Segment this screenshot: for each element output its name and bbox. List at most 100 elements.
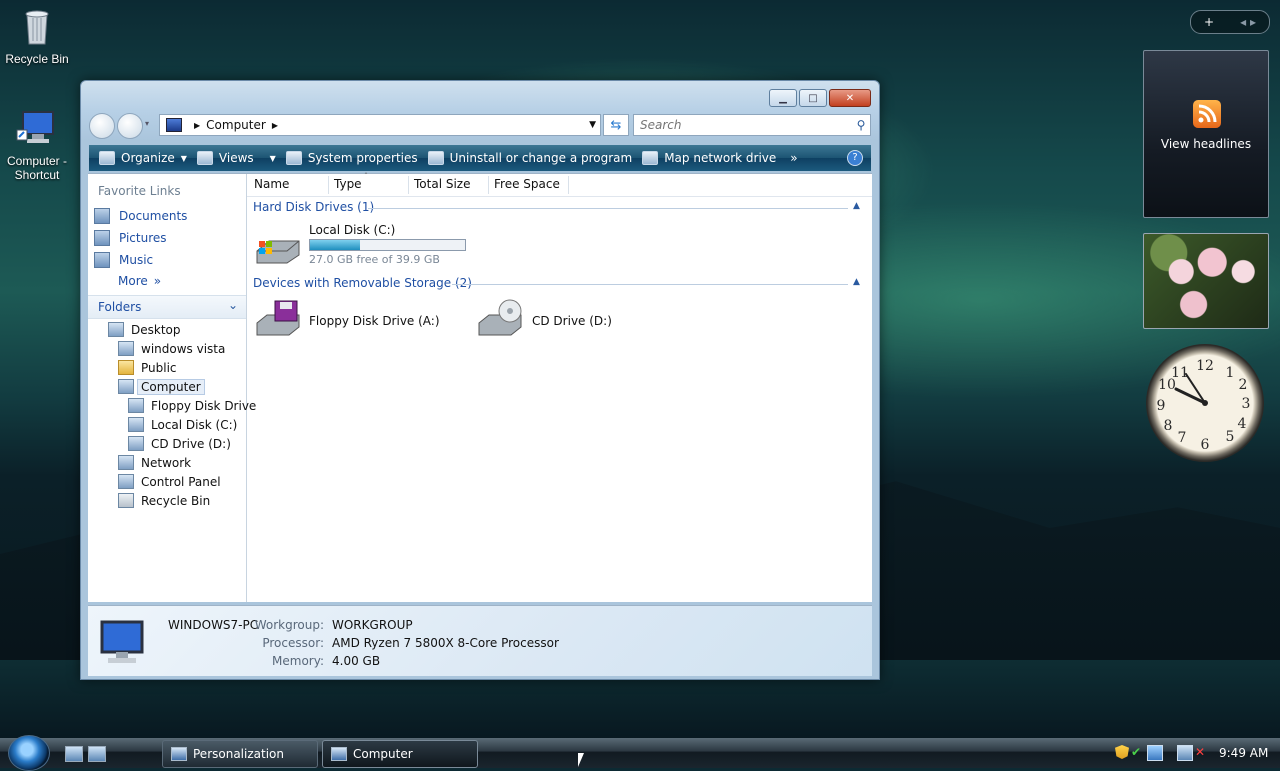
map-network-drive-button[interactable]: Map network drive xyxy=(642,151,776,165)
group-divider xyxy=(368,208,848,209)
column-name[interactable]: Name xyxy=(254,177,289,191)
views-button[interactable]: Views ▼ xyxy=(196,151,276,165)
volume-muted-icon[interactable]: ✕ xyxy=(1195,745,1209,759)
taskbar-item-computer[interactable]: Computer xyxy=(322,740,478,768)
monitor-icon[interactable] xyxy=(1177,745,1193,761)
slideshow-gadget[interactable] xyxy=(1143,233,1269,329)
tree-item-label: Control Panel xyxy=(141,474,221,489)
svg-text:12: 12 xyxy=(1196,358,1214,374)
security-shield-icon[interactable] xyxy=(1115,745,1129,759)
minimize-button[interactable]: ▁ xyxy=(769,89,797,107)
tree-item-label: Recycle Bin xyxy=(141,493,211,508)
column-divider[interactable] xyxy=(568,176,569,194)
show-desktop-icon[interactable] xyxy=(65,746,83,762)
cd-drive-label[interactable]: CD Drive (D:) xyxy=(532,314,612,328)
group-header-hard-disk-drives[interactable]: Hard Disk Drives (1) xyxy=(253,200,374,214)
favorite-link-pictures[interactable]: Pictures xyxy=(94,230,167,246)
favorite-link-documents[interactable]: Documents xyxy=(94,208,187,224)
workgroup-label: Workgroup: xyxy=(254,618,324,632)
close-button[interactable]: ✕ xyxy=(829,89,871,107)
clock-face-icon: 12 123 4567 891011 xyxy=(1157,358,1251,453)
feed-headlines-gadget[interactable]: View headlines xyxy=(1143,50,1269,218)
address-bar[interactable]: ▶ Computer ▶ ▼ xyxy=(159,114,601,136)
column-free-space[interactable]: Free Space xyxy=(494,177,560,191)
hard-disk-icon xyxy=(256,240,300,264)
tree-item-cd-drive[interactable]: CD Drive (D:) xyxy=(128,434,231,453)
search-icon[interactable]: ⚲ xyxy=(852,118,870,132)
desktop-icon-recycle-bin[interactable]: Recycle Bin xyxy=(0,4,74,66)
collapse-group-icon[interactable]: ▲ xyxy=(853,201,860,211)
start-button[interactable] xyxy=(8,735,50,771)
organize-button[interactable]: Organize ▼ xyxy=(99,151,187,165)
favorite-links-more[interactable]: More » xyxy=(118,274,161,288)
column-total-size[interactable]: Total Size xyxy=(414,177,470,191)
system-properties-button[interactable]: System properties xyxy=(285,151,418,165)
personalization-icon xyxy=(171,747,187,761)
clock-gadget[interactable]: 12 1 2 3 4567 8 9 10 11 xyxy=(1146,344,1264,462)
taskbar-item-personalization[interactable]: Personalization xyxy=(162,740,318,768)
tree-item-desktop[interactable]: Desktop xyxy=(108,320,181,339)
floppy-drive-item-icon[interactable] xyxy=(255,299,301,339)
cd-drive-icon xyxy=(478,299,522,336)
refresh-button[interactable]: ⇆ xyxy=(603,114,629,136)
usage-fill xyxy=(310,240,360,250)
more-commands-button[interactable]: » xyxy=(790,151,797,165)
uninstall-program-button[interactable]: Uninstall or change a program xyxy=(427,151,633,165)
computer-icon xyxy=(15,106,59,150)
help-button[interactable]: ? xyxy=(847,150,863,166)
system-properties-icon xyxy=(285,151,302,165)
uninstall-label: Uninstall or change a program xyxy=(449,151,633,165)
breadcrumb-computer[interactable]: Computer xyxy=(206,118,266,132)
chevron-down-icon: ⌄ xyxy=(227,298,238,312)
breadcrumb-arrow-icon[interactable]: ▶ xyxy=(194,121,200,130)
column-type[interactable]: Type xyxy=(334,177,362,191)
chevron-down-icon: ▼ xyxy=(180,153,187,163)
view-headlines-link[interactable]: View headlines xyxy=(1144,137,1268,151)
tree-item-network[interactable]: Network xyxy=(118,453,191,472)
column-divider[interactable] xyxy=(488,176,489,194)
system-properties-label: System properties xyxy=(307,151,418,165)
search-box[interactable]: ⚲ xyxy=(633,114,871,136)
forward-button[interactable] xyxy=(117,113,143,139)
breadcrumb-arrow-icon[interactable]: ▶ xyxy=(272,121,278,130)
tree-item-recycle-bin[interactable]: Recycle Bin xyxy=(118,491,210,510)
local-disk-item-icon[interactable] xyxy=(255,229,301,269)
floppy-drive-label[interactable]: Floppy Disk Drive (A:) xyxy=(309,314,440,328)
recent-pages-dropdown[interactable]: ▾ xyxy=(145,119,149,128)
add-gadget-button[interactable]: + xyxy=(1204,15,1214,29)
maximize-button[interactable]: □ xyxy=(799,89,827,107)
group-header-removable-storage[interactable]: Devices with Removable Storage (2) xyxy=(253,276,472,290)
tree-item-public[interactable]: Public xyxy=(118,358,177,377)
desktop-icon-computer-shortcut[interactable]: Computer - Shortcut xyxy=(0,106,74,182)
link-label: Music xyxy=(119,253,154,267)
column-divider[interactable] xyxy=(328,176,329,194)
folders-title: Folders xyxy=(98,300,142,314)
tree-item-label: Network xyxy=(141,455,192,470)
address-dropdown-icon[interactable]: ▼ xyxy=(589,120,596,130)
folders-header[interactable]: Folders ⌄ xyxy=(88,295,246,319)
collapse-group-icon[interactable]: ▲ xyxy=(853,277,860,287)
workgroup-value: WORKGROUP xyxy=(332,618,413,632)
back-button[interactable] xyxy=(89,113,115,139)
column-divider[interactable] xyxy=(408,176,409,194)
search-input[interactable] xyxy=(638,117,852,133)
tree-item-control-panel[interactable]: Control Panel xyxy=(118,472,221,491)
network-status-icon[interactable] xyxy=(1147,745,1163,761)
checkmark-icon[interactable]: ✔ xyxy=(1131,745,1145,759)
desktop-icon xyxy=(108,322,124,337)
switch-windows-icon[interactable] xyxy=(88,746,106,762)
memory-label: Memory: xyxy=(272,654,324,668)
pictures-icon xyxy=(94,230,110,246)
tree-item-user[interactable]: windows vista xyxy=(118,339,225,358)
cd-drive-item-icon[interactable] xyxy=(477,299,523,339)
clock-time[interactable]: 9:49 AM xyxy=(1219,746,1268,760)
local-disk-label[interactable]: Local Disk (C:) xyxy=(309,223,395,237)
tree-item-floppy[interactable]: Floppy Disk Drive xyxy=(128,396,256,415)
tree-item-local-disk[interactable]: Local Disk (C:) xyxy=(128,415,237,434)
svg-text:2: 2 xyxy=(1239,377,1248,393)
tree-item-computer[interactable]: Computer xyxy=(118,377,205,396)
navigation-bar: ▾ ▶ Computer ▶ ▼ ⇆ ⚲ xyxy=(89,113,871,139)
details-pane: WINDOWS7-PC Workgroup: WORKGROUP Process… xyxy=(88,605,872,676)
gadget-nav-arrows[interactable]: ◂ ▸ xyxy=(1240,15,1256,29)
favorite-link-music[interactable]: Music xyxy=(94,252,153,268)
